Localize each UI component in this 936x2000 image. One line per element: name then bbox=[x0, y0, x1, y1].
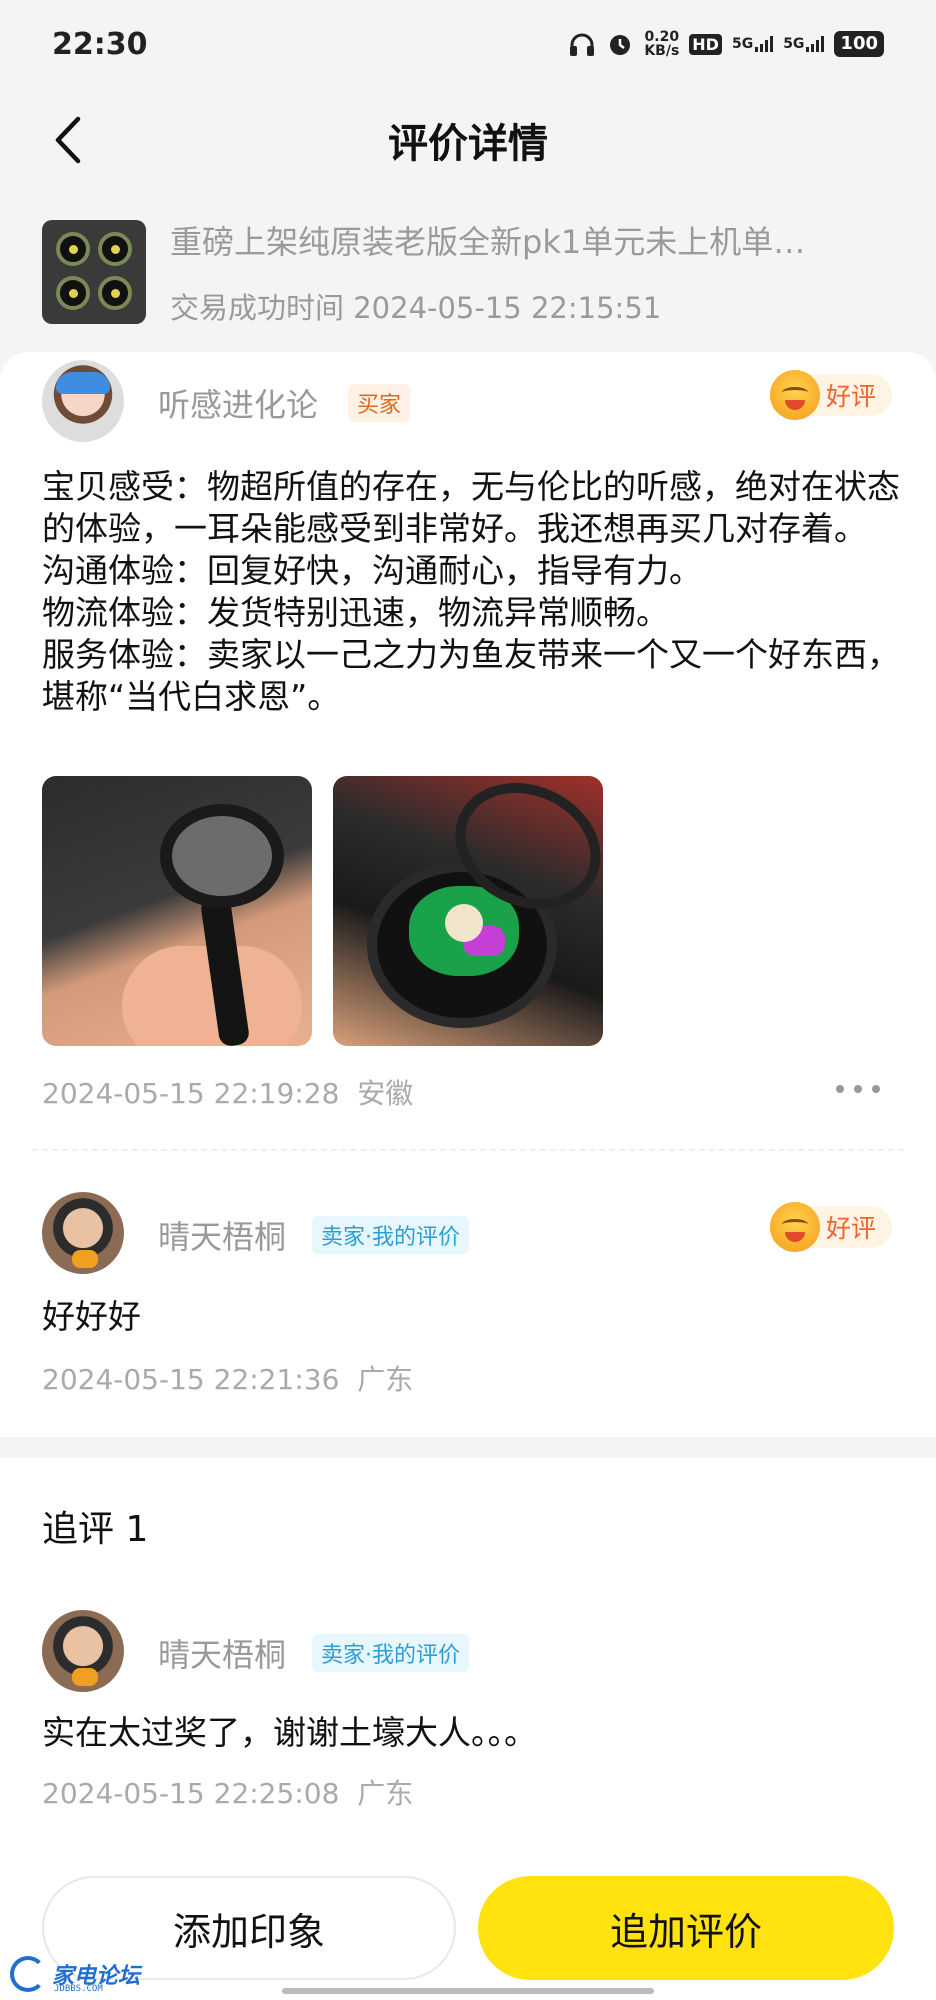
review-line: 沟通体验：回复好快，沟通耐心，指导有力。 bbox=[42, 551, 702, 590]
rating-badge: 好评 bbox=[770, 370, 893, 420]
signal-2-label: 5G bbox=[783, 36, 805, 52]
net-speed-unit: KB/s bbox=[644, 43, 680, 59]
follow-up-title: 追评 1 bbox=[42, 1509, 149, 1550]
product-info: 重磅上架纯原装老版全新pk1单元未上机单… 交易成功时间 2024-05-15 … bbox=[170, 217, 894, 327]
bottom-action-bar: 添加印象 追加评价 家电论坛 JDBBS.COM bbox=[0, 1862, 936, 2000]
signal-2-icon: 5G bbox=[783, 36, 825, 52]
review-location: 安徽 bbox=[357, 1077, 414, 1110]
forum-site: JDBBS.COM bbox=[54, 1984, 103, 1994]
smile-face-icon bbox=[770, 370, 820, 420]
page-title: 评价详情 bbox=[388, 121, 548, 167]
header: 评价详情 bbox=[0, 88, 936, 192]
seller-tag: 卖家·我的评价 bbox=[312, 1634, 469, 1672]
status-time: 22:30 bbox=[52, 26, 148, 62]
review-photo-1[interactable] bbox=[42, 776, 312, 1046]
seller-tag: 卖家·我的评价 bbox=[312, 1216, 469, 1254]
smile-face-icon bbox=[770, 1202, 820, 1252]
follow-up-text: 实在太过奖了，谢谢土壕大人。。。 bbox=[42, 1713, 537, 1752]
review-timestamp: 2024-05-15 22:19:28 安徽 bbox=[42, 1072, 413, 1112]
signal-1-label: 5G bbox=[731, 36, 754, 52]
review-line: 物流体验：发货特别迅速，物流异常顺畅。 bbox=[42, 593, 669, 632]
more-dot-icon bbox=[836, 1085, 844, 1093]
headphones-icon bbox=[568, 31, 596, 57]
forum-logo-icon bbox=[10, 1956, 46, 1992]
rating-label: 好评 bbox=[826, 1214, 877, 1243]
buyer-tag: 买家 bbox=[348, 384, 411, 422]
append-review-button[interactable]: 追加评价 bbox=[478, 1876, 894, 1980]
status-bar: 22:30 0.20 KB/s HD 5G 5G 100 bbox=[0, 0, 936, 88]
review-text: 宝贝感受：物超所值的存在，无与伦比的听感，绝对在状态的体验，一耳朵能感受到非常好… bbox=[42, 466, 902, 718]
seller-review-location: 广东 bbox=[357, 1363, 414, 1396]
back-button[interactable] bbox=[42, 108, 92, 172]
more-dot-icon bbox=[854, 1085, 862, 1093]
review-line: 宝贝感受：物超所值的存在，无与伦比的听感，绝对在状态的体验，一耳朵能感受到非常好… bbox=[42, 467, 900, 548]
product-thumbnail bbox=[42, 220, 146, 324]
status-icons: 0.20 KB/s HD 5G 5G 100 bbox=[568, 30, 884, 58]
signal-1-icon: 5G bbox=[731, 36, 774, 52]
follow-up-timestamp: 2024-05-15 22:25:08 广东 bbox=[42, 1772, 413, 1812]
chevron-left-icon bbox=[55, 116, 81, 164]
review-line: 服务体验：卖家以一己之力为鱼友带来一个又一个好东西，堪称“当代白求恩”。 bbox=[42, 635, 900, 716]
hd-icon: HD bbox=[689, 33, 722, 55]
avatar[interactable] bbox=[42, 360, 124, 442]
seller-review-time: 2024-05-15 22:21:36 bbox=[42, 1363, 340, 1396]
seller-name[interactable]: 晴天梧桐 bbox=[158, 1212, 286, 1258]
avatar[interactable] bbox=[42, 1192, 124, 1274]
rating-badge: 好评 bbox=[770, 1202, 893, 1252]
divider bbox=[32, 1149, 904, 1151]
follow-up-location: 广东 bbox=[357, 1777, 414, 1810]
rating-label: 好评 bbox=[826, 382, 877, 411]
review-time: 2024-05-15 22:19:28 bbox=[42, 1077, 340, 1110]
home-indicator[interactable] bbox=[282, 1988, 654, 1994]
reviewer-name[interactable]: 听感进化论 bbox=[158, 380, 318, 426]
product-title: 重磅上架纯原装老版全新pk1单元未上机单… bbox=[170, 223, 806, 261]
seller-review-timestamp: 2024-05-15 22:21:36 广东 bbox=[42, 1358, 413, 1398]
forum-watermark: 家电论坛 JDBBS.COM bbox=[10, 1956, 140, 1994]
seller-review-text: 好好好 bbox=[42, 1297, 141, 1336]
review-card: 听感进化论 买家 好评 宝贝感受：物超所值的存在，无与伦比的听感，绝对在状态的体… bbox=[0, 352, 936, 1437]
trade-success-time: 交易成功时间 2024-05-15 22:15:51 bbox=[170, 291, 662, 325]
follow-up-user[interactable]: 晴天梧桐 bbox=[158, 1630, 286, 1676]
alarm-icon bbox=[606, 30, 634, 58]
battery-icon: 100 bbox=[834, 31, 884, 57]
more-dot-icon bbox=[872, 1085, 880, 1093]
more-options-button[interactable] bbox=[836, 1074, 880, 1104]
review-photo-2[interactable] bbox=[333, 776, 603, 1046]
product-summary[interactable]: 重磅上架纯原装老版全新pk1单元未上机单… 交易成功时间 2024-05-15 … bbox=[0, 192, 936, 352]
avatar[interactable] bbox=[42, 1610, 124, 1692]
net-speed: 0.20 KB/s bbox=[644, 30, 679, 58]
follow-up-time: 2024-05-15 22:25:08 bbox=[42, 1777, 340, 1810]
